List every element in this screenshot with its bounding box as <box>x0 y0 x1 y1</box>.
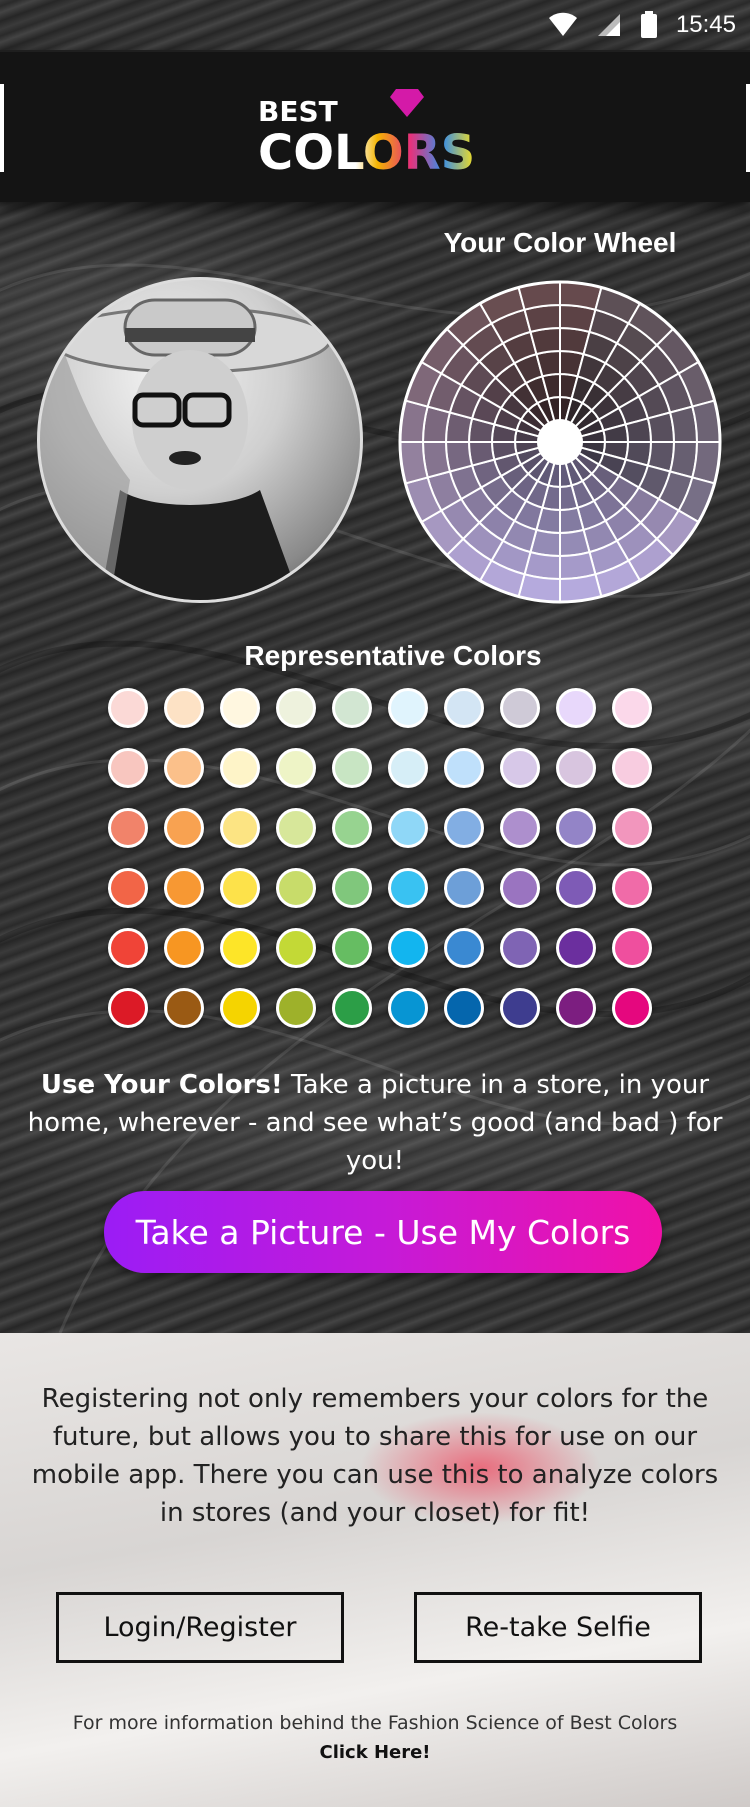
color-swatch <box>164 928 204 968</box>
color-swatch <box>164 868 204 908</box>
color-swatch <box>108 808 148 848</box>
color-swatch <box>276 988 316 1028</box>
color-swatch <box>332 988 372 1028</box>
color-swatch <box>612 988 652 1028</box>
color-swatch <box>556 808 596 848</box>
color-swatch <box>612 808 652 848</box>
color-swatch <box>164 748 204 788</box>
color-swatch <box>220 688 260 728</box>
color-swatch <box>388 808 428 848</box>
color-swatch <box>388 868 428 908</box>
color-swatch <box>108 688 148 728</box>
best-colors-logo[interactable]: BEST COLORS <box>258 87 492 173</box>
color-swatch <box>556 868 596 908</box>
color-swatch <box>388 928 428 968</box>
color-swatch <box>332 688 372 728</box>
retake-selfie-button[interactable]: Re-take Selfie <box>414 1592 702 1663</box>
use-colors-bold: Use Your Colors! <box>40 1070 283 1100</box>
color-swatch <box>332 748 372 788</box>
login-register-button[interactable]: Login/Register <box>56 1592 344 1663</box>
color-swatch <box>164 988 204 1028</box>
color-swatch <box>276 928 316 968</box>
color-swatch <box>164 808 204 848</box>
color-swatch <box>612 688 652 728</box>
selfie-image <box>37 277 363 603</box>
color-swatch <box>612 868 652 908</box>
wheel-segment <box>529 326 561 356</box>
color-swatch <box>444 748 484 788</box>
color-swatch <box>500 748 540 788</box>
register-info-text: Registering not only remembers your colo… <box>31 1384 719 1528</box>
color-swatch <box>500 868 540 908</box>
color-swatch <box>556 748 596 788</box>
color-swatch <box>444 688 484 728</box>
color-swatch <box>108 868 148 908</box>
color-swatch <box>444 868 484 908</box>
color-swatch <box>276 748 316 788</box>
color-swatch <box>388 688 428 728</box>
logo-colors-text: COLORS <box>258 125 475 173</box>
click-here-link[interactable]: Click Here! <box>0 1742 750 1763</box>
color-swatch <box>108 928 148 968</box>
wheel-segment <box>646 411 676 443</box>
color-swatch <box>444 928 484 968</box>
color-swatch <box>444 808 484 848</box>
color-swatch <box>500 808 540 848</box>
color-swatch <box>332 808 372 848</box>
header-edge-right <box>746 84 750 172</box>
wheel-segment <box>444 441 474 473</box>
clock: 15:45 <box>675 11 736 38</box>
representative-colors-title: Representative Colors <box>244 640 542 671</box>
color-swatch <box>500 688 540 728</box>
color-swatch <box>220 928 260 968</box>
color-swatch <box>444 988 484 1028</box>
header-edge-left <box>0 84 4 172</box>
color-swatch <box>388 748 428 788</box>
color-swatch <box>332 928 372 968</box>
use-colors-text: Use Your Colors! Take a picture in a sto… <box>10 1066 740 1180</box>
color-swatch <box>612 928 652 968</box>
color-swatch <box>276 688 316 728</box>
color-swatch <box>612 748 652 788</box>
color-swatch <box>556 928 596 968</box>
color-swatch <box>220 988 260 1028</box>
color-swatch <box>220 868 260 908</box>
color-swatch <box>332 868 372 908</box>
battery-icon <box>640 11 658 39</box>
take-picture-button[interactable]: Take a Picture - Use My Colors <box>104 1191 662 1273</box>
color-swatch <box>108 988 148 1028</box>
color-swatch <box>500 928 540 968</box>
color-swatch <box>500 988 540 1028</box>
color-swatch <box>276 868 316 908</box>
fashion-science-info: For more information behind the Fashion … <box>72 1712 678 1734</box>
color-swatch <box>556 688 596 728</box>
wifi-icon <box>548 12 578 38</box>
swatch-grid <box>100 688 660 1028</box>
wheel-center <box>538 420 582 464</box>
color-swatch <box>276 808 316 848</box>
signal-icon <box>596 12 622 38</box>
color-wheel-title: Your Color Wheel <box>443 227 677 258</box>
color-swatch <box>164 688 204 728</box>
color-swatch <box>388 988 428 1028</box>
color-swatch <box>220 808 260 848</box>
status-bar: 15:45 <box>0 0 750 50</box>
wheel-segment <box>559 528 591 558</box>
color-swatch <box>556 988 596 1028</box>
diamond-icon <box>390 89 424 117</box>
logo-best-text: BEST <box>258 95 338 128</box>
app-header: BEST COLORS <box>0 50 750 202</box>
color-swatch <box>108 748 148 788</box>
color-swatch <box>220 748 260 788</box>
color-wheel <box>398 280 722 604</box>
